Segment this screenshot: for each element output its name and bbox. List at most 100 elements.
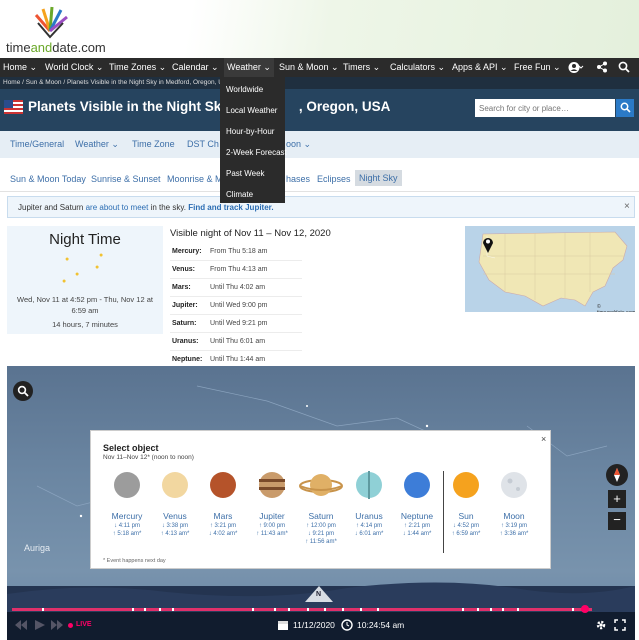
sky-time[interactable]: 10:24:54 am	[357, 620, 404, 630]
select-object-modal: Select object Nov 11–Nov 12* (noon to no…	[90, 430, 551, 569]
object-uranus[interactable]: Uranus ↑ 4:14 pm ↓ 6:01 am*	[344, 471, 394, 537]
menu-item-local-weather[interactable]: Local Weather	[226, 106, 277, 115]
tab-moonrise-moonset[interactable]: Moonrise & M	[167, 174, 223, 184]
planet-icon	[210, 472, 236, 498]
location-map[interactable]: © timeanddate.com	[465, 226, 635, 312]
object-mercury[interactable]: Mercury ↓ 4:11 pm ↑ 5:18 am*	[102, 471, 152, 537]
object-time-1: ↑ 2:21 pm	[403, 523, 431, 529]
search-button-icon	[620, 102, 631, 113]
object-name[interactable]: Sun	[441, 511, 491, 521]
tab-sun-moon[interactable]: oon ⌄	[286, 139, 311, 150]
header-swoosh	[79, 0, 639, 58]
notice-banner: Jupiter and Saturn are about to meet in …	[7, 196, 635, 218]
fast-forward-icon[interactable]	[51, 620, 63, 630]
north-marker[interactable]: N	[305, 586, 333, 602]
tab-time-general[interactable]: Time/General	[10, 139, 64, 149]
object-name[interactable]: Saturn	[296, 511, 346, 521]
object-name[interactable]: Mercury	[102, 511, 152, 521]
object-time-1: ↑ 3:19 pm	[500, 523, 528, 529]
live-label[interactable]: LIVE	[76, 621, 92, 628]
search-button[interactable]	[616, 99, 634, 117]
sky-zoom-button[interactable]	[13, 381, 33, 401]
menu-item-worldwide[interactable]: Worldwide	[226, 85, 263, 94]
clock-icon[interactable]	[341, 619, 353, 631]
timeline-tick	[252, 608, 254, 611]
nav-home[interactable]: Home ⌄	[3, 62, 37, 73]
secondary-tabs: Sun & Moon Today Sunrise & Sunset Moonri…	[0, 158, 639, 192]
object-name[interactable]: Neptune	[392, 511, 442, 521]
object-name[interactable]: Uranus	[344, 511, 394, 521]
nav-weather[interactable]: Weather ⌄	[224, 58, 274, 77]
object-jupiter[interactable]: Jupiter ↑ 9:00 pm ↑ 11:43 am*	[247, 471, 297, 537]
tab-sun-moon-today[interactable]: Sun & Moon Today	[10, 174, 86, 184]
object-time-2: ↓ 1:44 am*	[402, 531, 432, 537]
nav-apps-api[interactable]: Apps & API ⌄	[452, 62, 508, 73]
sky-date[interactable]: 11/12/2020	[293, 620, 335, 630]
tab-night-sky[interactable]: Night Sky	[355, 170, 402, 186]
rewind-icon[interactable]	[15, 620, 27, 630]
timeline-tick	[144, 608, 146, 611]
tab-eclipses[interactable]: Eclipses	[317, 174, 351, 184]
zoom-in-button[interactable]: +	[608, 490, 626, 508]
object-sun[interactable]: Sun ↓ 4:52 pm ↑ 6:59 am*	[441, 471, 491, 537]
next-day-note: * Event happens next day	[103, 558, 166, 564]
nav-timers[interactable]: Timers ⌄	[343, 62, 380, 73]
planet-icon	[114, 472, 140, 498]
nav-calendar[interactable]: Calendar ⌄	[172, 62, 219, 73]
notice-close-button[interactable]: ×	[624, 201, 630, 212]
tab-time-zone[interactable]: Time Zone	[132, 139, 175, 149]
tab-sunrise-sunset[interactable]: Sunrise & Sunset	[91, 174, 161, 184]
menu-item-climate[interactable]: Climate	[226, 190, 253, 199]
nav-sun-moon[interactable]: Sun & Moon ⌄	[279, 62, 339, 73]
menu-item-hour-by-hour[interactable]: Hour-by-Hour	[226, 127, 274, 136]
object-moon[interactable]: Moon ↑ 3:19 pm ↑ 3:36 am*	[489, 471, 539, 537]
object-name[interactable]: Moon	[489, 511, 539, 521]
timeline-handle[interactable]	[581, 605, 589, 613]
breadcrumb-sun-moon[interactable]: Sun & Moon	[26, 79, 62, 86]
share-icon[interactable]	[596, 61, 608, 73]
nav-world-clock[interactable]: World Clock ⌄	[45, 62, 103, 73]
object-name[interactable]: Jupiter	[247, 511, 297, 521]
object-name[interactable]: Venus	[150, 511, 200, 521]
calendar-icon[interactable]	[277, 619, 289, 631]
object-time-2: ↑ 5:18 am*	[112, 531, 142, 537]
object-time-2: ↓ 4:02 am*	[208, 531, 238, 537]
nav-time-zones[interactable]: Time Zones ⌄	[109, 62, 166, 73]
object-time-1: ↑ 12:00 pm	[306, 523, 336, 529]
breadcrumb-home[interactable]: Home	[3, 79, 20, 86]
user-icon[interactable]	[568, 61, 584, 74]
planet-row: Mercury: From Thu 5:18 am	[170, 243, 302, 261]
object-venus[interactable]: Venus ↓ 3:38 pm ↑ 4:13 am*	[150, 471, 200, 537]
notice-meet-link[interactable]: are about to meet	[86, 203, 149, 212]
tab-dst-changes[interactable]: DST Ch	[187, 139, 219, 149]
settings-gear-icon[interactable]	[595, 619, 607, 631]
timeline-tick	[288, 608, 290, 611]
object-mars[interactable]: Mars ↑ 3:21 pm ↓ 4:02 am*	[198, 471, 248, 537]
page-title: Planets Visible in the Night Sky, Oregon…	[28, 99, 391, 114]
tab-weather[interactable]: Weather ⌄	[75, 139, 119, 150]
modal-close-button[interactable]: ×	[541, 434, 546, 444]
object-neptune[interactable]: Neptune ↑ 2:21 pm ↓ 1:44 am*	[392, 471, 442, 537]
notice-jupiter-link[interactable]: Find and track Jupiter.	[188, 203, 273, 212]
object-saturn[interactable]: Saturn ↑ 12:00 pm ↓ 9:21 pm ↑ 11:56 am*	[296, 471, 346, 545]
nav-calculators[interactable]: Calculators ⌄	[390, 62, 445, 73]
logo-icon[interactable]	[30, 5, 70, 39]
breadcrumb: Home / Sun & Moon / Planets Visible in t…	[0, 77, 639, 89]
search-icon[interactable]	[618, 61, 630, 73]
menu-item-2-week-forecast[interactable]: 2-Week Forecast	[226, 148, 287, 157]
search-input[interactable]	[475, 99, 615, 117]
compass-button[interactable]	[606, 464, 628, 486]
fullscreen-icon[interactable]	[614, 619, 626, 631]
logo-text[interactable]: timeanddate.com	[6, 40, 106, 55]
play-icon[interactable]	[35, 620, 45, 630]
select-object-subtitle: Nov 11–Nov 12* (noon to noon)	[103, 454, 194, 461]
menu-item-past-week[interactable]: Past Week	[226, 169, 265, 178]
nav-free-fun[interactable]: Free Fun ⌄	[514, 62, 561, 73]
planet-icon	[404, 472, 430, 498]
us-flag-icon	[4, 100, 23, 114]
tab-moon-phases[interactable]: hases	[286, 174, 310, 184]
timeline-tick	[324, 608, 326, 611]
object-name[interactable]: Mars	[198, 511, 248, 521]
zoom-out-button[interactable]: −	[608, 512, 626, 530]
timeline-track[interactable]	[12, 608, 592, 611]
